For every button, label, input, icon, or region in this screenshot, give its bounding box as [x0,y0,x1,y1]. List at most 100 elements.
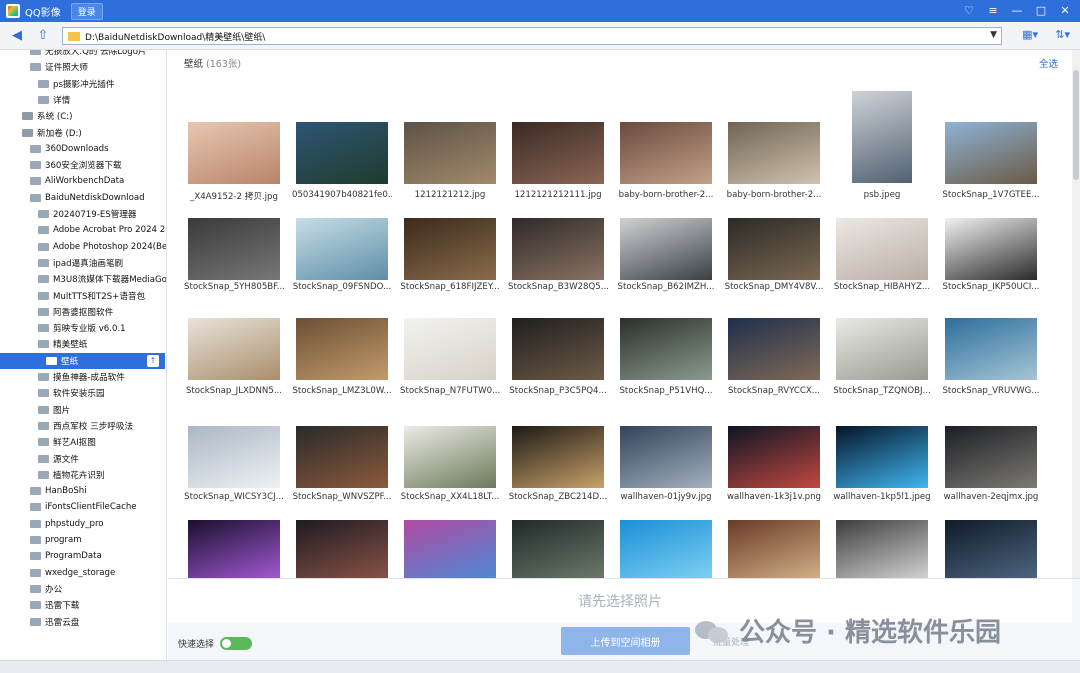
photo-thumbnail[interactable] [728,218,820,280]
photo-filename: StockSnap_ZBC214D... [508,492,608,502]
grid-view-icon[interactable]: ▦▾ [1022,28,1038,41]
sidebar-item[interactable]: 鲜艺AI抠图 [0,434,165,450]
sidebar-item[interactable]: 20240719-ES管理器 [0,206,165,222]
photo-thumbnail[interactable] [188,520,280,578]
sidebar-item[interactable]: BaiduNetdiskDownload [0,190,165,206]
sidebar-item[interactable]: 详情 [0,92,165,108]
sort-icon[interactable]: ⇅▾ [1055,28,1070,41]
sidebar-item[interactable]: 办公 [0,581,165,597]
photo-thumbnail[interactable] [620,122,712,184]
sidebar-item[interactable]: ProgramData [0,548,165,564]
photo-thumbnail[interactable] [296,122,388,184]
photo-thumbnail[interactable] [296,218,388,280]
maximize-icon[interactable]: □ [1034,3,1048,17]
photo-thumbnail[interactable] [728,520,820,578]
photo-thumbnail[interactable] [404,426,496,488]
photo-thumbnail[interactable] [728,426,820,488]
sidebar-item[interactable]: 360安全浏览器下载 [0,157,165,173]
sidebar-item[interactable]: 系统 (C:) [0,108,165,124]
sidebar-item[interactable]: 图片 [0,402,165,418]
sidebar-item[interactable]: 新加卷 (D:) [0,125,165,141]
sidebar-item[interactable]: phpstudy_pro [0,516,165,532]
folder-icon [38,340,49,349]
sidebar-item[interactable]: ipad逼真油画笔刷 [0,255,165,271]
sidebar-item[interactable]: Adobe Acrobat Pro 2024 20 [0,222,166,238]
sidebar-item[interactable]: HanBoShi [0,483,165,499]
photo-thumbnail[interactable] [945,520,1037,578]
sidebar-item[interactable]: 无损放大.Q的 去除Logo片 [0,50,165,59]
sidebar-item[interactable]: program [0,532,165,548]
sidebar-item[interactable]: M3U8流媒体下载器MediaGo [0,271,166,287]
photo-thumbnail[interactable] [620,218,712,280]
sidebar-item[interactable]: 360Downloads [0,141,165,157]
photo-thumbnail[interactable] [512,520,604,578]
sidebar-item[interactable]: iFontsClientFileCache [0,499,165,515]
sidebar-item[interactable]: ps摄影冲光插件 [0,76,165,92]
sidebar-item[interactable]: 壁纸 ↑ [0,352,165,369]
photo-thumbnail[interactable] [512,122,604,184]
sidebar-item[interactable]: 源文件 [0,451,165,467]
folder-icon [38,226,49,235]
back-arrow-icon[interactable]: ◀ [8,28,26,44]
sidebar-item[interactable]: 剪映专业版 v6.0.1 [0,320,165,336]
photo-thumbnail[interactable] [296,426,388,488]
minimize-icon[interactable]: — [1010,3,1024,17]
photo-thumbnail[interactable] [945,426,1037,488]
sidebar-item[interactable]: MultTTS和T2S+语音包 [0,288,165,304]
photo-thumbnail[interactable] [620,520,712,578]
photo-thumbnail[interactable] [404,520,496,578]
sidebar-item-label: 西点军校 三步呼吸法 [53,421,134,432]
select-all-link[interactable]: 全选 [1039,56,1058,70]
menu-icon[interactable]: ≡ [986,3,1000,17]
photo-thumbnail[interactable] [404,122,496,184]
sidebar-item[interactable]: 精美壁纸 [0,336,165,352]
photo-thumbnail[interactable] [512,318,604,380]
sidebar-item[interactable]: wxedge_storage [0,565,165,581]
photo-thumbnail[interactable] [296,318,388,380]
photo-thumbnail[interactable] [296,520,388,578]
skin-icon[interactable]: ♡ [962,3,976,17]
photo-thumbnail[interactable] [188,122,280,184]
photo-thumbnail[interactable] [188,318,280,380]
sidebar-item[interactable]: 阿香婆抠图软件 [0,304,165,320]
photo-thumbnail[interactable] [404,318,496,380]
photo-thumbnail[interactable] [945,318,1037,380]
quick-select-toggle[interactable] [220,637,253,650]
sidebar-item[interactable]: 软件安装乐园 [0,385,165,401]
sidebar-item[interactable]: 植物花卉识别 [0,467,165,483]
photo-thumbnail[interactable] [620,426,712,488]
sidebar-item[interactable]: 迅雷下载 [0,597,165,613]
photo-thumbnail[interactable] [836,520,928,578]
photo-thumbnail[interactable] [512,426,604,488]
photo-thumbnail[interactable] [188,426,280,488]
photo-thumbnail[interactable] [512,218,604,280]
photo-thumbnail[interactable] [188,218,280,280]
photo-thumbnail[interactable] [620,318,712,380]
photo-thumbnail[interactable] [728,318,820,380]
sidebar-item[interactable]: 迅雷云盘 [0,614,165,630]
sidebar-item[interactable]: 证件照大师 [0,59,165,75]
sidebar-item[interactable]: 西点军校 三步呼吸法 [0,418,165,434]
folder-icon [38,454,49,463]
scrollbar[interactable] [1072,50,1080,578]
chevron-down-icon[interactable]: ▼ [990,30,997,40]
photo-thumbnail[interactable] [836,218,928,280]
sidebar-item-label: 源文件 [53,454,79,465]
photo-thumbnail[interactable] [852,91,912,183]
upload-arrow-icon[interactable]: ↑ [147,354,159,367]
scrollbar-thumb[interactable] [1073,70,1079,180]
sidebar-item[interactable]: 摸鱼神器-成品软件 [0,369,165,385]
login-button[interactable]: 登录 [70,2,103,20]
photo-thumbnail[interactable] [404,218,496,280]
upload-button[interactable]: 上传到空间相册 [561,627,690,655]
photo-thumbnail[interactable] [836,426,928,488]
photo-thumbnail[interactable] [836,318,928,380]
path-input[interactable]: D:\BaiduNetdiskDownload\精美壁纸\壁纸\ ▼ [62,27,1002,45]
photo-thumbnail[interactable] [728,122,820,184]
photo-thumbnail[interactable] [945,218,1037,280]
sidebar-item[interactable]: Adobe Photoshop 2024(Bet [0,239,166,255]
close-icon[interactable]: ✕ [1058,3,1072,17]
photo-thumbnail[interactable] [945,122,1037,184]
sidebar-item[interactable]: AliWorkbenchData [0,173,165,189]
up-folder-icon[interactable]: ⇧ [34,28,52,44]
